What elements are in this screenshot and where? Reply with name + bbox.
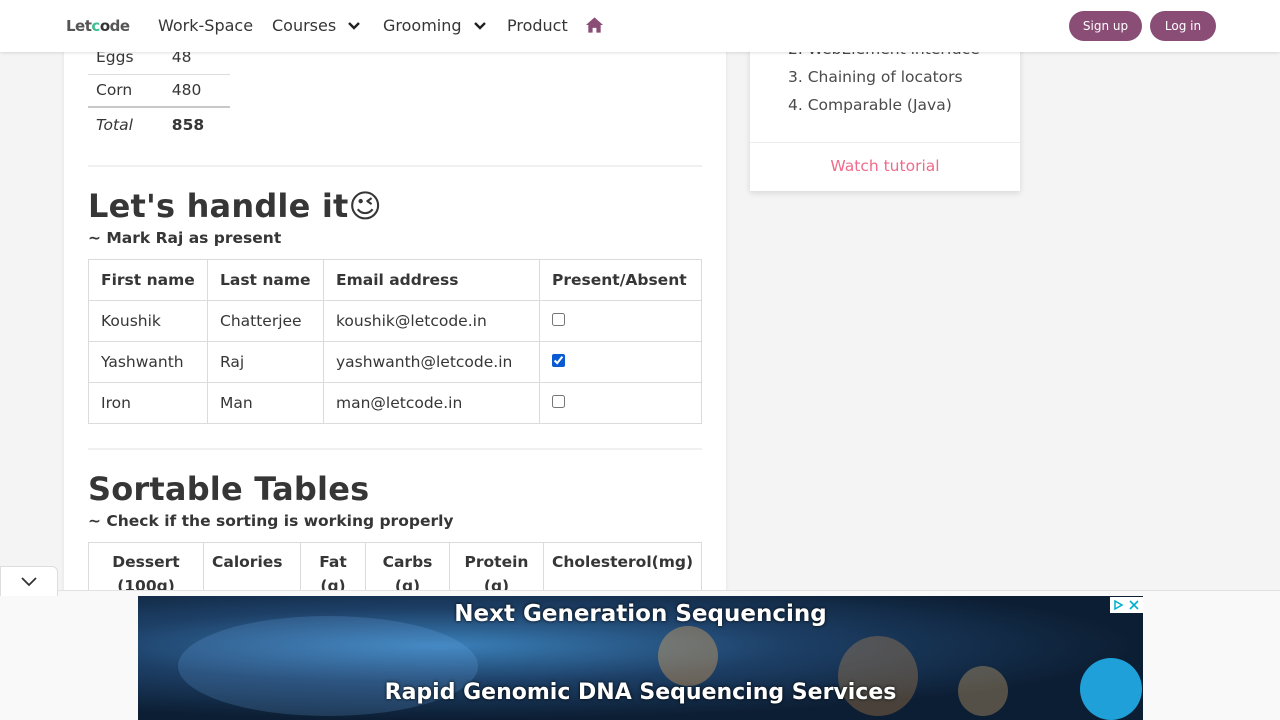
adchoices-icon[interactable] <box>1110 597 1126 613</box>
navbar: Letcode Work-Space Courses Grooming Prod… <box>0 0 1280 52</box>
list-item: 3. Chaining of locators <box>788 68 963 86</box>
list-item: 4. Comparable (Java) <box>788 96 952 114</box>
section-subtitle: ~ Check if the sorting is working proper… <box>88 512 454 530</box>
ad-collapse-button[interactable] <box>0 566 58 596</box>
home-icon[interactable] <box>585 16 604 34</box>
column-header: Last name <box>207 259 324 301</box>
last-name-cell: Man <box>207 382 324 424</box>
present-checkbox[interactable] <box>552 354 565 367</box>
ad-tagline: Rapid Genomic DNA Sequencing Services <box>384 680 897 705</box>
close-icon[interactable] <box>1126 597 1142 613</box>
sign-up-button[interactable]: Sign up <box>1069 11 1142 41</box>
section-divider <box>88 448 702 450</box>
present-cell <box>539 341 702 383</box>
column-header: Email address <box>323 259 540 301</box>
food-value: 480 <box>159 74 230 108</box>
present-checkbox[interactable] <box>552 395 565 408</box>
main-content-card: Eggs 48 Corn 480 Total 858 Let's handle … <box>64 0 726 601</box>
nav-product[interactable]: Product <box>507 16 568 35</box>
ad-headline: Next Generation Sequencing <box>454 601 827 627</box>
ad-brand-logo <box>1080 658 1142 720</box>
chevron-down-icon <box>473 21 486 30</box>
food-item: Corn <box>88 74 160 108</box>
section-subtitle: ~ Mark Raj as present <box>88 229 282 247</box>
first-name-cell: Iron <box>88 382 208 424</box>
letcode-logo[interactable]: Letcode <box>66 17 130 35</box>
last-name-cell: Raj <box>207 341 324 383</box>
email-cell: koushik@letcode.in <box>323 300 540 342</box>
first-name-cell: Yashwanth <box>88 341 208 383</box>
column-header: First name <box>88 259 208 301</box>
table-row: Iron Man man@letcode.in <box>88 382 702 424</box>
section-title: Let's handle it😉 <box>88 187 383 225</box>
attendance-table: First name Last name Email address Prese… <box>88 259 702 424</box>
nav-courses-dropdown[interactable]: Courses <box>272 16 362 35</box>
section-divider <box>88 165 702 167</box>
present-checkbox[interactable] <box>552 313 565 326</box>
watch-tutorial-link[interactable]: Watch tutorial <box>750 157 1020 175</box>
total-row: Total 858 <box>88 106 230 141</box>
advertisement-image[interactable]: Next Generation Sequencing Rapid Genomic… <box>138 596 1143 720</box>
section-title: Sortable Tables <box>88 470 370 508</box>
total-value: 858 <box>159 106 230 141</box>
nav-grooming-dropdown[interactable]: Grooming <box>383 16 488 35</box>
present-cell <box>539 300 702 342</box>
food-table: Eggs 48 Corn 480 Total 858 <box>88 41 230 141</box>
present-cell <box>539 382 702 424</box>
card-divider <box>750 142 1020 143</box>
chevron-down-icon <box>348 21 361 30</box>
ad-choices[interactable] <box>1110 597 1143 613</box>
email-cell: yashwanth@letcode.in <box>323 341 540 383</box>
email-cell: man@letcode.in <box>323 382 540 424</box>
table-row: Corn 480 <box>88 74 230 108</box>
log-in-button[interactable]: Log in <box>1150 11 1216 41</box>
table-header-row: First name Last name Email address Prese… <box>88 259 702 301</box>
chevron-down-icon <box>21 577 37 587</box>
nav-work-space[interactable]: Work-Space <box>158 16 253 35</box>
column-header: Present/Absent <box>539 259 702 301</box>
last-name-cell: Chatterjee <box>207 300 324 342</box>
table-row: Koushik Chatterjee koushik@letcode.in <box>88 300 702 342</box>
total-label: Total <box>88 106 160 141</box>
first-name-cell: Koushik <box>88 300 208 342</box>
table-row: Yashwanth Raj yashwanth@letcode.in <box>88 341 702 383</box>
bokeh-light <box>658 626 718 686</box>
